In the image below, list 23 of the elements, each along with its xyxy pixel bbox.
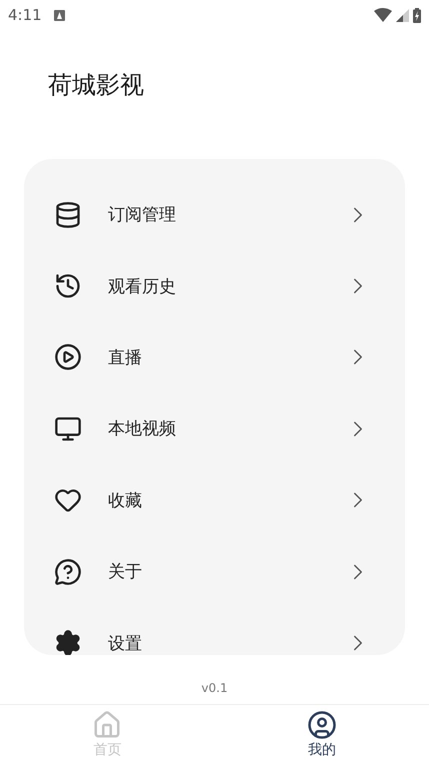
version-label: v0.1 <box>200 681 229 697</box>
nav-tab[interactable]: 我的 <box>214 705 429 762</box>
wifi-icon <box>374 8 392 22</box>
monitor-icon <box>54 414 82 443</box>
menu-item[interactable]: 收藏 <box>24 464 405 536</box>
menu-item[interactable]: 关于 <box>24 536 405 608</box>
signal-icon <box>396 8 409 22</box>
menu-item[interactable]: 直播 <box>24 322 405 394</box>
menu-item[interactable]: 订阅管理 <box>24 179 405 250</box>
menu-item[interactable]: 设置 <box>24 607 405 655</box>
database-icon <box>54 200 82 229</box>
help-icon <box>54 558 82 586</box>
menu-item[interactable]: 本地视频 <box>24 393 405 465</box>
settings-icon <box>54 629 82 655</box>
play-icon <box>54 343 82 372</box>
menu-item[interactable]: 观看历史 <box>24 250 405 322</box>
app-title: 荷城影视 <box>48 70 145 101</box>
history-icon <box>54 272 82 300</box>
notification-icon <box>54 10 65 20</box>
battery-icon <box>413 8 421 22</box>
user-icon <box>306 710 337 740</box>
status-time: 4:11 <box>8 6 42 24</box>
home-icon <box>92 710 122 740</box>
